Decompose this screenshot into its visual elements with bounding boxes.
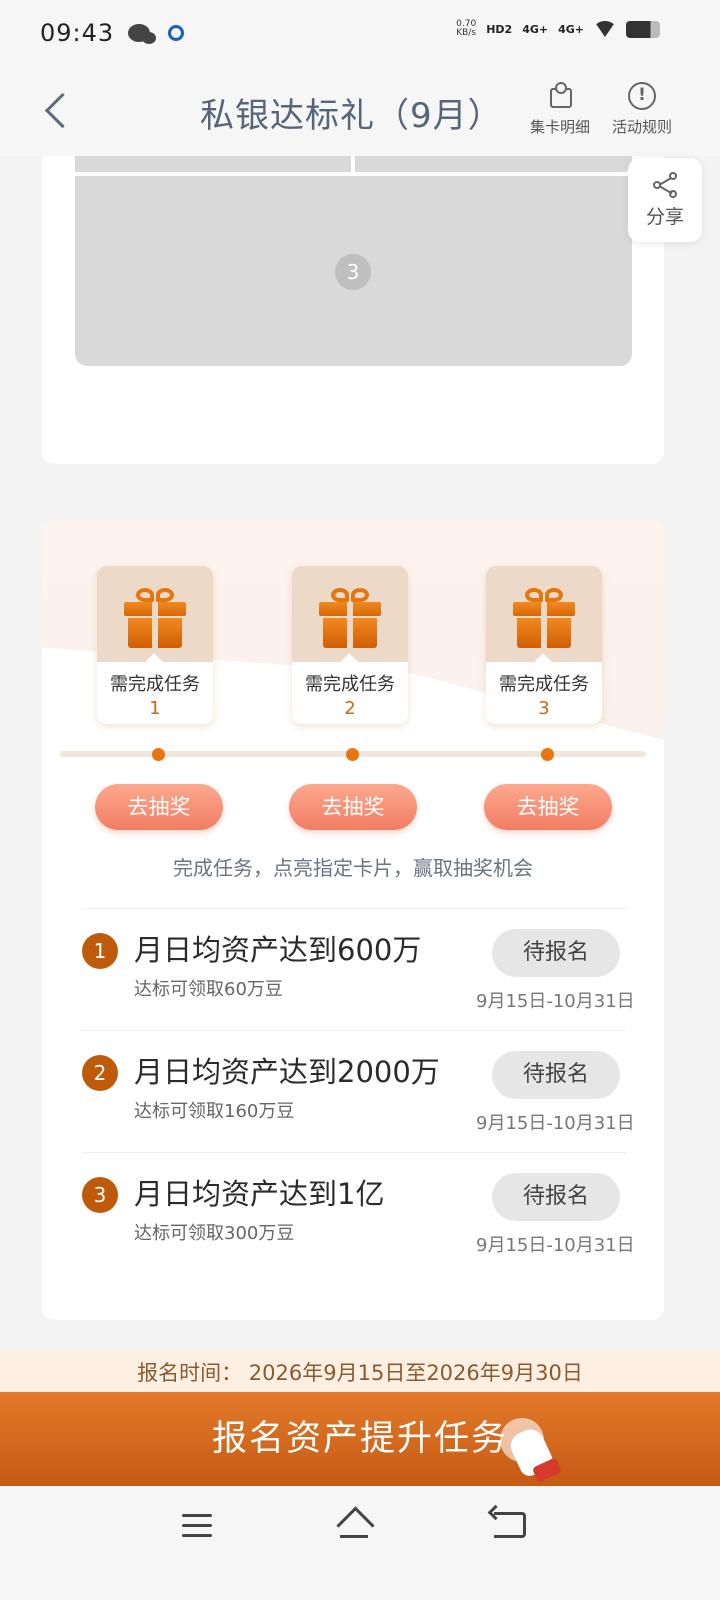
menu-icon[interactable] [182, 1514, 212, 1538]
task-title: 月日均资产达到1亿 [134, 1177, 385, 1211]
gift-icon [513, 586, 575, 648]
gift-task-number: 2 [344, 698, 356, 719]
gift-icon [319, 586, 381, 648]
home-icon[interactable] [336, 1508, 372, 1538]
info-icon [628, 82, 656, 110]
header: 私银达标礼（9月） 集卡明细 活动规则 [0, 66, 720, 156]
signup-task-button[interactable]: 报名资产提升任务 [0, 1392, 720, 1486]
gift-card-1[interactable]: 需完成任务 1 [97, 566, 213, 724]
status-time: 09:43 [40, 19, 115, 47]
task-title: 月日均资产达到2000万 [134, 1055, 440, 1089]
wechat-icon [128, 24, 157, 44]
share-button[interactable]: 分享 [628, 158, 702, 242]
task-title: 月日均资产达到600万 [134, 933, 422, 967]
return-icon[interactable] [494, 1512, 526, 1538]
task-row-3: 3 月日均资产达到1亿 达标可领取300万豆 待报名 9月15日-10月31日 [82, 1152, 635, 1274]
lottery-button-3[interactable]: 去抽奖 [484, 784, 612, 830]
lottery-button-2[interactable]: 去抽奖 [289, 784, 417, 830]
hd-icon: HD2 [486, 22, 513, 36]
task-date: 9月15日-10月31日 [476, 991, 635, 1012]
gift-requirement: 需完成任务 [305, 674, 395, 695]
task-reward: 达标可领取160万豆 [134, 1101, 295, 1122]
puzzle-icon [546, 82, 574, 110]
card-detail-button[interactable]: 集卡明细 [530, 82, 590, 137]
gift-card-3[interactable]: 需完成任务 3 [486, 566, 602, 724]
progress-dot [152, 748, 165, 761]
task-reward: 达标可领取300万豆 [134, 1223, 295, 1244]
page-title: 私银达标礼（9月） [200, 96, 503, 136]
system-nav-bar [0, 1486, 720, 1600]
task-date: 9月15日-10月31日 [476, 1235, 635, 1256]
task-number-badge: 1 [82, 933, 118, 969]
network-speed: 0.70 KB/s [456, 19, 477, 38]
card-number-badge: 3 [335, 254, 371, 290]
gift-card-2[interactable]: 需完成任务 2 [292, 566, 408, 724]
battery-icon [626, 20, 660, 38]
status-bar: 09:43 0.70 KB/s HD2 4G+ 4G+ [0, 0, 720, 66]
gift-requirement: 需完成任务 [110, 674, 200, 695]
rules-label: 活动规则 [612, 118, 673, 136]
signal-icon: 4G+ [522, 22, 549, 36]
task-row-2: 2 月日均资产达到2000万 达标可领取160万豆 待报名 9月15日-10月3… [82, 1030, 635, 1152]
gift-task-number: 1 [149, 698, 161, 719]
card-image-1[interactable] [75, 156, 351, 172]
back-button[interactable] [42, 92, 72, 132]
share-icon [652, 171, 678, 198]
signal-icon: 4G+ [558, 22, 584, 36]
task-reward: 达标可领取60万豆 [134, 979, 283, 1000]
card-detail-label: 集卡明细 [530, 118, 591, 136]
lottery-button-1[interactable]: 去抽奖 [95, 784, 223, 830]
wifi-icon [594, 21, 616, 37]
gift-requirement: 需完成任务 [499, 674, 589, 695]
signup-button-2[interactable]: 待报名 [492, 1051, 620, 1099]
task-date: 9月15日-10月31日 [476, 1113, 635, 1134]
task-row-1: 1 月日均资产达到600万 达标可领取60万豆 待报名 9月15日-10月31日 [82, 908, 635, 1030]
rules-button[interactable]: 活动规则 [612, 82, 672, 137]
signup-button-3[interactable]: 待报名 [492, 1173, 620, 1221]
card-image-2[interactable] [355, 156, 632, 172]
task-number-badge: 3 [82, 1177, 118, 1213]
app-icon [168, 25, 185, 41]
lottery-hint: 完成任务，点亮指定卡片，赢取抽奖机会 [173, 856, 533, 880]
share-label: 分享 [645, 205, 684, 228]
hand-pointer-icon [500, 1418, 563, 1483]
progress-dot [541, 748, 554, 761]
progress-dot [346, 748, 359, 761]
gift-icon [124, 586, 186, 648]
signup-button-1[interactable]: 待报名 [492, 929, 620, 977]
lottery-task-panel: 需完成任务 1 需完成任务 2 需完成任务 3 去抽奖 去抽奖 去抽奖 完成任务… [42, 520, 664, 1320]
card-image-3[interactable]: 3 [75, 176, 632, 366]
signup-period: 报名时间： 2026年9月15日至2026年9月30日 [0, 1350, 720, 1392]
card-collection-panel: 3 [42, 156, 664, 464]
gift-task-number: 3 [538, 698, 550, 719]
task-number-badge: 2 [82, 1055, 118, 1091]
